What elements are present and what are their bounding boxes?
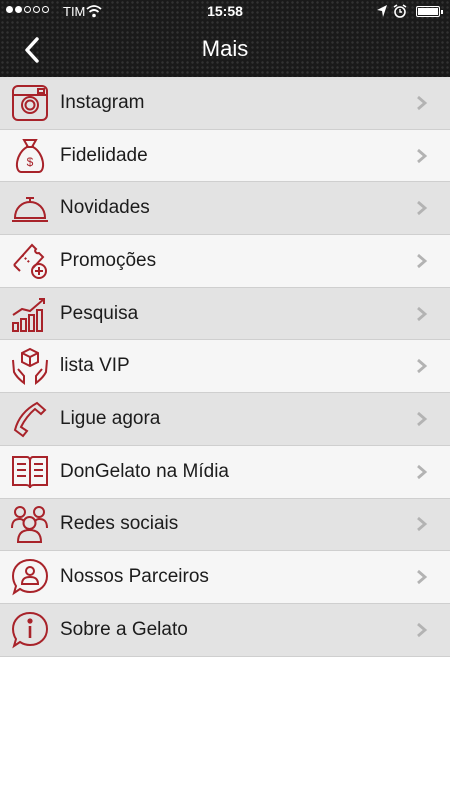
chevron-right-icon bbox=[417, 411, 428, 427]
menu-item-label: lista VIP bbox=[60, 355, 130, 377]
hands-box-icon bbox=[10, 346, 50, 386]
ticket-plus-icon bbox=[10, 241, 50, 281]
menu-item-label: Redes sociais bbox=[60, 513, 179, 535]
location-arrow-icon bbox=[376, 4, 388, 21]
chevron-right-icon bbox=[417, 464, 428, 479]
chevron-right-icon bbox=[417, 359, 428, 374]
chevron-right-icon bbox=[417, 201, 428, 216]
info-bubble-icon bbox=[10, 610, 50, 650]
money-bag-icon: $ bbox=[10, 136, 50, 176]
menu-item-ligue-agora[interactable]: Ligue agora bbox=[0, 393, 450, 446]
menu-list: Instagram $ Fidelidade Novidades Promoçõ… bbox=[0, 77, 450, 657]
menu-item-label: Ligue agora bbox=[60, 407, 161, 429]
status-bar: TIM 15:58 bbox=[0, 0, 450, 24]
svg-text:$: $ bbox=[27, 155, 34, 169]
menu-item-label: Novidades bbox=[60, 197, 150, 219]
person-bubble-icon bbox=[10, 557, 50, 597]
battery-icon bbox=[416, 6, 443, 17]
chevron-right-icon bbox=[417, 517, 428, 532]
menu-item-sobre-a-gelato[interactable]: Sobre a Gelato bbox=[0, 603, 450, 657]
chevron-right-icon bbox=[417, 306, 428, 321]
menu-item-label: Instagram bbox=[60, 91, 145, 113]
navigation-header: TIM 15:58 Mais bbox=[0, 0, 450, 77]
menu-item-label: Sobre a Gelato bbox=[60, 618, 188, 640]
alarm-clock-icon bbox=[393, 4, 407, 21]
menu-item-redes-sociais[interactable]: Redes sociais bbox=[0, 498, 450, 552]
open-book-icon bbox=[10, 452, 50, 492]
menu-item-fidelidade[interactable]: $ Fidelidade bbox=[0, 129, 450, 183]
cloche-icon bbox=[10, 188, 50, 228]
menu-item-dongelato-na-midia[interactable]: DonGelato na Mídia bbox=[0, 445, 450, 499]
page-title: Mais bbox=[201, 36, 249, 61]
people-group-icon bbox=[10, 504, 50, 544]
menu-item-label: Nossos Parceiros bbox=[60, 566, 209, 588]
menu-item-instagram[interactable]: Instagram bbox=[0, 77, 450, 130]
growth-chart-icon bbox=[10, 294, 50, 334]
menu-item-lista-vip[interactable]: lista VIP bbox=[0, 340, 450, 394]
menu-item-nossos-parceiros[interactable]: Nossos Parceiros bbox=[0, 551, 450, 604]
chevron-right-icon bbox=[417, 569, 428, 585]
chevron-right-icon bbox=[417, 253, 428, 268]
menu-item-promocoes[interactable]: Promoções bbox=[0, 235, 450, 288]
chevron-right-icon bbox=[417, 95, 428, 110]
phone-icon bbox=[10, 399, 50, 439]
menu-item-novidades[interactable]: Novidades bbox=[0, 182, 450, 236]
menu-item-label: DonGelato na Mídia bbox=[60, 460, 229, 482]
chevron-right-icon bbox=[417, 148, 428, 163]
instagram-icon bbox=[10, 83, 50, 123]
menu-item-label: Pesquisa bbox=[60, 302, 139, 324]
chevron-right-icon bbox=[417, 622, 428, 637]
menu-item-label: Promoções bbox=[60, 249, 157, 271]
menu-item-pesquisa[interactable]: Pesquisa bbox=[0, 287, 450, 341]
menu-item-label: Fidelidade bbox=[60, 144, 148, 166]
